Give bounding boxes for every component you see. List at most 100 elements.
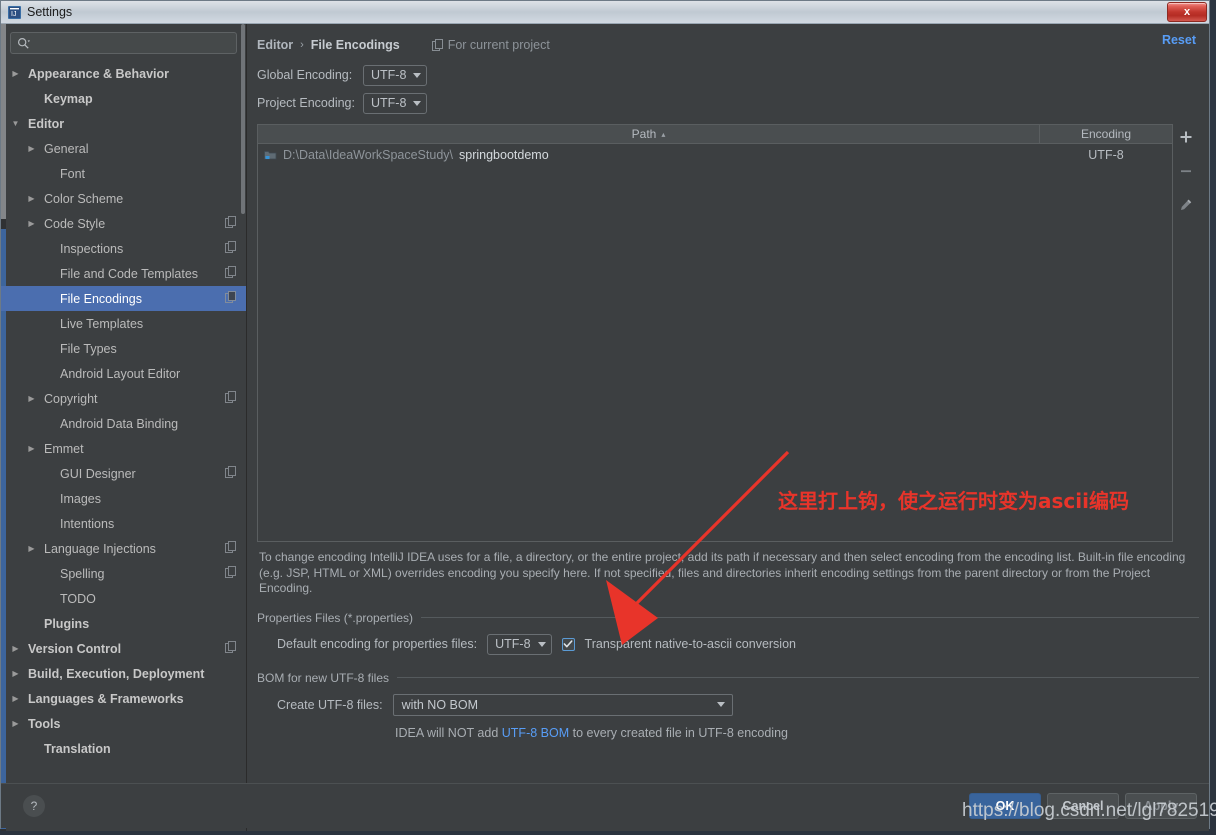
sidebar-item-label: Translation bbox=[44, 741, 111, 756]
table-toolbar bbox=[1173, 124, 1199, 542]
plus-icon bbox=[1180, 131, 1192, 143]
bom-hint: IDEA will NOT add UTF-8 BOM to every cre… bbox=[257, 716, 1199, 740]
chevron-right-icon[interactable]: ▶ bbox=[9, 694, 22, 703]
sidebar-item-label: Intentions bbox=[60, 516, 115, 531]
sidebar-item-general[interactable]: ▶ General bbox=[1, 136, 246, 161]
sidebar-item-label: Tools bbox=[28, 716, 61, 731]
chevron-right-icon[interactable]: ▶ bbox=[25, 394, 38, 403]
sidebar-item-label: Keymap bbox=[44, 91, 93, 106]
group-divider bbox=[421, 617, 1199, 618]
search-input[interactable] bbox=[30, 35, 230, 51]
sidebar-item-language-injections[interactable]: ▶ Language Injections bbox=[1, 536, 246, 561]
dialog-body: ▶ Appearance & Behavior Keymap ▼ Editor ▶ Gene… bbox=[1, 24, 1209, 831]
sidebar-scrollbar[interactable] bbox=[240, 24, 246, 831]
column-header-encoding[interactable]: Encoding bbox=[1040, 125, 1172, 143]
chevron-right-icon[interactable]: ▶ bbox=[25, 194, 38, 203]
breadcrumb-current: File Encodings bbox=[310, 38, 400, 52]
chevron-right-icon[interactable]: ▶ bbox=[9, 719, 22, 728]
create-utf8-files-row: Create UTF-8 files: with NO BOM bbox=[257, 693, 1199, 716]
table-body: D:\Data\IdeaWorkSpaceStudy\ springbootdem… bbox=[258, 144, 1172, 541]
chevron-right-icon[interactable]: ▶ bbox=[25, 444, 38, 453]
sidebar-item-label: Code Style bbox=[44, 216, 106, 231]
sidebar-item-languages-frameworks[interactable]: ▶ Languages & Frameworks bbox=[1, 686, 246, 711]
default-properties-encoding-combo[interactable]: UTF-8 bbox=[487, 633, 552, 655]
bom-hint-before: IDEA will NOT add bbox=[395, 725, 502, 740]
close-button[interactable]: x bbox=[1167, 2, 1207, 22]
reset-link[interactable]: Reset bbox=[1162, 33, 1196, 47]
copy-scope-icon bbox=[225, 641, 236, 653]
sidebar-item-code-style[interactable]: ▶ Code Style bbox=[1, 211, 246, 236]
search-box[interactable] bbox=[10, 32, 237, 54]
sidebar-item-images[interactable]: Images bbox=[1, 486, 246, 511]
dialog-buttons: OK Cancel Apply bbox=[969, 793, 1197, 819]
for-current-project-label: For current project bbox=[447, 38, 550, 52]
sidebar-item-android-layout-editor[interactable]: Android Layout Editor bbox=[1, 361, 246, 386]
sidebar-item-label: File and Code Templates bbox=[60, 266, 199, 281]
sidebar-item-live-templates[interactable]: Live Templates bbox=[1, 311, 246, 336]
chevron-right-icon[interactable]: ▶ bbox=[25, 544, 38, 553]
chevron-right-icon[interactable]: ▶ bbox=[9, 69, 22, 78]
add-path-button[interactable] bbox=[1176, 127, 1196, 147]
remove-path-button[interactable] bbox=[1176, 161, 1196, 181]
sidebar-item-label: Appearance & Behavior bbox=[28, 66, 170, 81]
chevron-down-icon[interactable]: ▼ bbox=[9, 119, 22, 128]
sidebar-item-file-and-code-templates[interactable]: File and Code Templates bbox=[1, 261, 246, 286]
sidebar-item-label: Emmet bbox=[44, 441, 84, 456]
sidebar-item-build-execution-deployment[interactable]: ▶ Build, Execution, Deployment bbox=[1, 661, 246, 686]
column-header-path[interactable]: Path ▴ bbox=[258, 125, 1040, 143]
sidebar-item-spelling[interactable]: Spelling bbox=[1, 561, 246, 586]
sidebar-item-label: Version Control bbox=[28, 641, 122, 656]
sidebar-item-editor[interactable]: ▼ Editor bbox=[1, 111, 246, 136]
sidebar-item-file-encodings[interactable]: File Encodings bbox=[1, 286, 246, 311]
sidebar-item-label: Live Templates bbox=[60, 316, 144, 331]
cancel-button[interactable]: Cancel bbox=[1047, 793, 1119, 819]
chevron-right-icon[interactable]: ▶ bbox=[25, 219, 38, 228]
sidebar-item-todo[interactable]: TODO bbox=[1, 586, 246, 611]
module-folder-icon bbox=[264, 150, 277, 159]
chevron-right-icon[interactable]: ▶ bbox=[9, 669, 22, 678]
sidebar-item-gui-designer[interactable]: GUI Designer bbox=[1, 461, 246, 486]
default-properties-encoding-label: Default encoding for properties files: bbox=[277, 637, 478, 651]
copy-scope-icon bbox=[225, 241, 236, 256]
ok-button[interactable]: OK bbox=[969, 793, 1041, 819]
sidebar-item-appearance-behavior[interactable]: ▶ Appearance & Behavior bbox=[1, 61, 246, 86]
sidebar-item-font[interactable]: Font bbox=[1, 161, 246, 186]
bom-hint-link[interactable]: UTF-8 BOM bbox=[502, 726, 569, 740]
sidebar-scroll-thumb[interactable] bbox=[241, 24, 245, 214]
sidebar-item-color-scheme[interactable]: ▶ Color Scheme bbox=[1, 186, 246, 211]
table-cell-encoding[interactable]: UTF-8 bbox=[1040, 148, 1172, 162]
create-utf8-files-value: with NO BOM bbox=[401, 697, 478, 712]
breadcrumb-parent[interactable]: Editor bbox=[257, 38, 293, 52]
global-encoding-combo[interactable]: UTF-8 bbox=[363, 64, 428, 86]
title-bar: IJ Settings x bbox=[1, 1, 1209, 24]
sidebar-item-label: Copyright bbox=[44, 391, 98, 406]
sidebar-item-version-control[interactable]: ▶ Version Control bbox=[1, 636, 246, 661]
sidebar-item-keymap[interactable]: Keymap bbox=[1, 86, 246, 111]
project-encoding-combo[interactable]: UTF-8 bbox=[363, 92, 428, 114]
create-utf8-files-combo[interactable]: with NO BOM bbox=[392, 693, 733, 716]
chevron-right-icon[interactable]: ▶ bbox=[25, 144, 38, 153]
sidebar-item-plugins[interactable]: Plugins bbox=[1, 611, 246, 636]
project-encoding-label: Project Encoding: bbox=[257, 96, 355, 110]
chevron-right-icon[interactable]: ▶ bbox=[9, 644, 22, 653]
transparent-native-to-ascii-checkbox[interactable] bbox=[561, 637, 575, 651]
sidebar-item-intentions[interactable]: Intentions bbox=[1, 511, 246, 536]
sidebar-item-inspections[interactable]: Inspections bbox=[1, 236, 246, 261]
sidebar-item-label: Editor bbox=[28, 116, 65, 131]
sidebar-item-file-types[interactable]: File Types bbox=[1, 336, 246, 361]
table-row[interactable]: D:\Data\IdeaWorkSpaceStudy\ springbootdem… bbox=[258, 144, 1172, 165]
transparent-native-to-ascii-label[interactable]: Transparent native-to-ascii conversion bbox=[585, 637, 796, 651]
sidebar-item-label: GUI Designer bbox=[60, 466, 136, 481]
global-encoding-label: Global Encoding: bbox=[257, 68, 353, 82]
chevron-down-icon bbox=[537, 641, 546, 647]
edit-path-button[interactable] bbox=[1176, 195, 1196, 215]
help-button[interactable]: ? bbox=[23, 795, 45, 817]
apply-button[interactable]: Apply bbox=[1125, 793, 1197, 819]
sidebar-item-emmet[interactable]: ▶ Emmet bbox=[1, 436, 246, 461]
sidebar-item-android-data-binding[interactable]: Android Data Binding bbox=[1, 411, 246, 436]
sidebar-item-translation[interactable]: Translation bbox=[1, 736, 246, 761]
sidebar-item-copyright[interactable]: ▶ Copyright bbox=[1, 386, 246, 411]
sidebar-item-tools[interactable]: ▶ Tools bbox=[1, 711, 246, 736]
bom-group-title: BOM for new UTF-8 files bbox=[257, 671, 1199, 685]
dialog-footer: ? OK Cancel Apply bbox=[1, 783, 1209, 828]
